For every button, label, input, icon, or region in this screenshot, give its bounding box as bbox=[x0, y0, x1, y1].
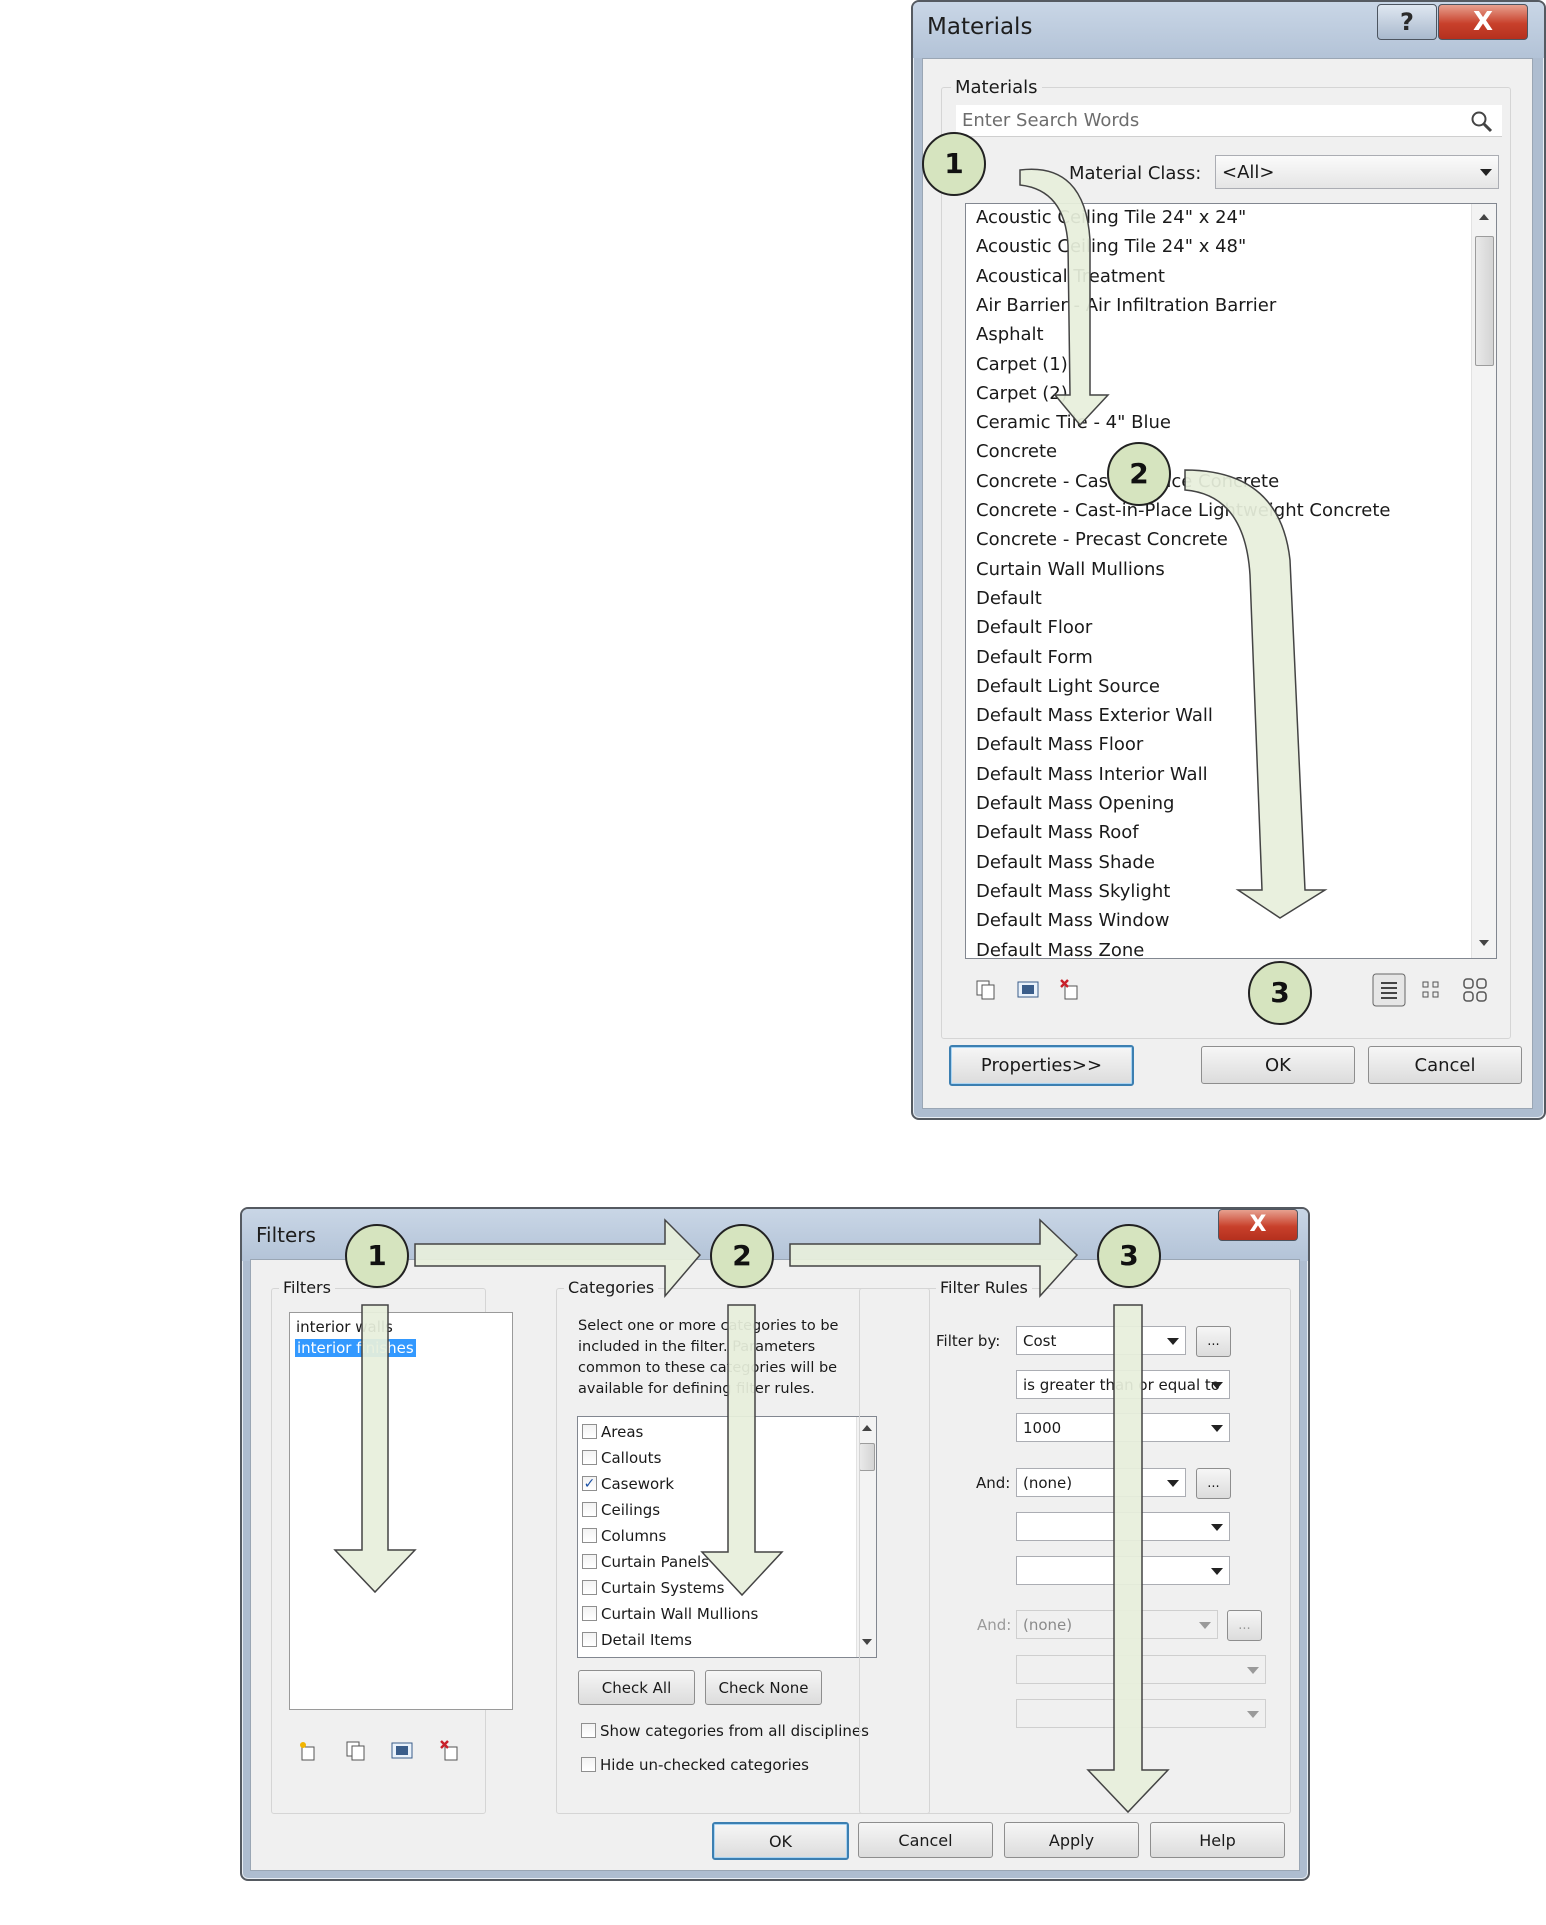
step-1-callout: 1 bbox=[922, 132, 986, 196]
filters-step-3-callout: 3 bbox=[1097, 1224, 1161, 1288]
step-2-callout: 2 bbox=[1107, 442, 1171, 506]
down-arrow-categories bbox=[700, 1304, 784, 1597]
step-3-callout: 3 bbox=[1248, 961, 1312, 1025]
down-arrow-rules bbox=[1086, 1304, 1170, 1814]
materials-step-arrows bbox=[1019, 168, 1328, 919]
down-arrow-2 bbox=[1184, 469, 1328, 919]
down-arrow-1 bbox=[1019, 168, 1110, 427]
filters-step-2-callout: 2 bbox=[710, 1224, 774, 1288]
filters-step-arrows bbox=[333, 1218, 1170, 1814]
filters-step-1-callout: 1 bbox=[345, 1224, 409, 1288]
down-arrow-filters bbox=[333, 1304, 417, 1594]
right-arrow-1-to-2 bbox=[414, 1218, 702, 1299]
right-arrow-2-to-3 bbox=[789, 1218, 1079, 1298]
